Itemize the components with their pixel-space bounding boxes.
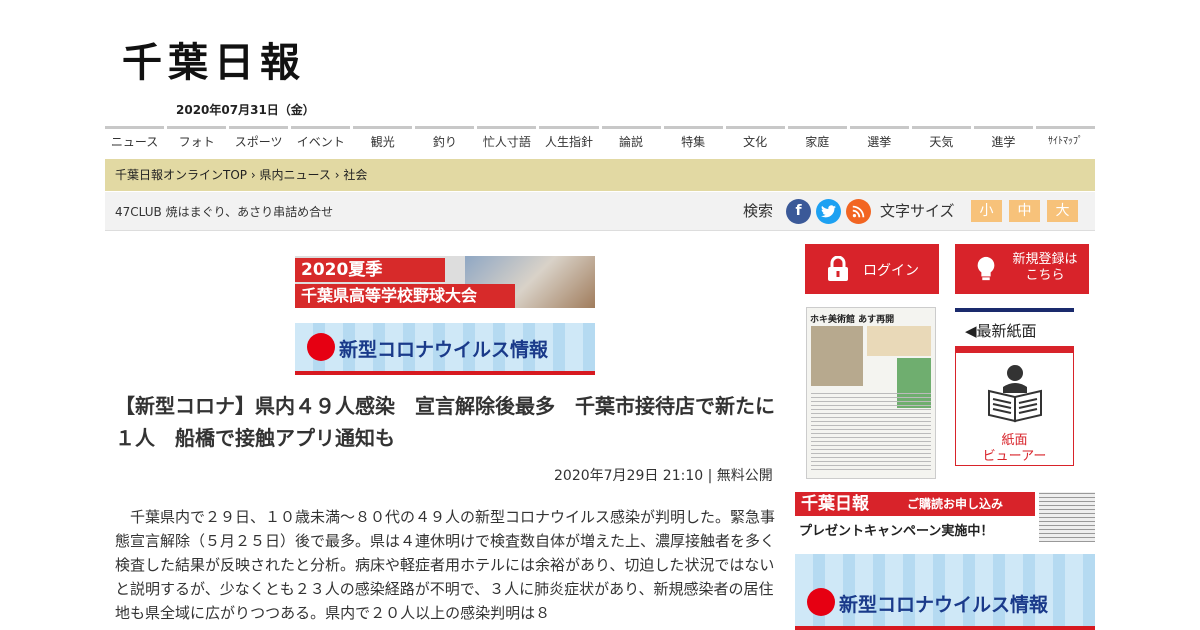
lightbulb-icon <box>977 256 995 281</box>
nav-item-election[interactable]: 選挙 <box>849 126 909 156</box>
nav-item-culture[interactable]: 文化 <box>725 126 785 156</box>
main-nav: ニュース フォト スポーツ イベント 観光 釣り 忙人寸語 人生指針 論説 特集… <box>105 126 1095 156</box>
nav-item-tourism[interactable]: 観光 <box>353 126 413 156</box>
register-label: 新規登録は こちら <box>1012 252 1078 283</box>
paper-text-lines <box>811 390 931 470</box>
font-size-small-button[interactable]: 小 <box>971 200 1002 222</box>
nav-item-fishing[interactable]: 釣り <box>415 126 475 156</box>
latest-edition-title[interactable]: ◀最新紙面 <box>955 312 1074 346</box>
newspaper-image <box>1039 492 1095 542</box>
campaign-label: プレゼントキャンペーン実施中！ <box>799 524 994 539</box>
nav-item-photo[interactable]: フォト <box>167 126 227 156</box>
viewer-label: 紙面 ビューアー <box>982 433 1047 464</box>
search-button[interactable]: 検索 <box>743 200 773 221</box>
banner-tournament-label: 千葉県高等学校野球大会 <box>295 284 515 308</box>
paper-headline: ホキ美術館 あす再開 <box>810 315 895 325</box>
nav-item-sitemap[interactable]: ｻｲﾄﾏｯﾌﾟ <box>1035 126 1095 156</box>
rss-icon[interactable] <box>846 199 871 224</box>
login-button[interactable]: ログイン <box>805 244 939 294</box>
newspaper-reader-icon <box>988 365 1042 423</box>
breadcrumb-separator: › <box>250 168 256 182</box>
red-dot-icon <box>807 588 835 616</box>
breadcrumb: 千葉日報オンラインTOP › 県内ニュース › 社会 <box>105 159 1095 191</box>
red-dot-icon <box>307 333 335 361</box>
lock-icon <box>828 256 848 281</box>
nav-item-weather[interactable]: 天気 <box>911 126 971 156</box>
newspaper-front-page-thumbnail[interactable]: ホキ美術館 あす再開 <box>806 307 936 479</box>
facebook-icon[interactable]: f <box>786 199 811 224</box>
twitter-icon[interactable] <box>816 199 841 224</box>
nav-item-home[interactable]: 家庭 <box>787 126 847 156</box>
nav-item-education[interactable]: 進学 <box>973 126 1033 156</box>
toolbar: 47CLUB 焼はまぐり、あさり串詰め合せ 検索 f 文字サイズ 小 中 大 <box>105 192 1095 231</box>
subscription-logo: 千葉日報 <box>801 494 869 514</box>
paper-photo-secondary <box>867 326 931 356</box>
breadcrumb-society[interactable]: 社会 <box>343 168 367 182</box>
site-logo[interactable]: 千葉日報 <box>122 30 306 88</box>
nav-item-event[interactable]: イベント <box>291 126 351 156</box>
nav-item-editorial[interactable]: 論説 <box>601 126 661 156</box>
paper-viewer-button[interactable]: 紙面 ビューアー <box>955 346 1074 466</box>
nav-item-column[interactable]: 忙人寸語 <box>477 126 537 156</box>
nav-item-feature[interactable]: 特集 <box>663 126 723 156</box>
article-body: 千葉県内で２９日、１０歳未満～８０代の４９人の新型コロナウイルス感染が判明した。… <box>115 508 776 622</box>
corona-info-banner[interactable]: 新型コロナウイルス情報 <box>295 323 595 375</box>
breadcrumb-separator: › <box>334 168 340 182</box>
article-headline: 【新型コロナ】県内４９人感染 宣言解除後最多 千葉市接待店で新たに１人 船橋で接… <box>115 394 775 450</box>
nav-item-news[interactable]: ニュース <box>105 126 165 156</box>
corona-banner-label: 新型コロナウイルス情報 <box>839 594 1049 616</box>
register-button[interactable]: 新規登録は こちら <box>955 244 1089 294</box>
breadcrumb-local-news[interactable]: 県内ニュース <box>259 168 330 182</box>
subscription-label: ご購読お申し込み <box>907 497 1004 511</box>
login-label: ログイン <box>863 263 919 279</box>
breadcrumb-top[interactable]: 千葉日報オンラインTOP <box>115 168 247 182</box>
nav-item-sports[interactable]: スポーツ <box>229 126 289 156</box>
current-date: 2020年07月31日（金） <box>176 103 315 117</box>
latest-edition-panel: ◀最新紙面 紙面 ビューアー <box>955 308 1074 466</box>
font-size-label: 文字サイズ <box>880 202 955 220</box>
highschool-baseball-banner[interactable]: 2020夏季 千葉県高等学校野球大会 <box>295 256 595 308</box>
font-size-large-button[interactable]: 大 <box>1047 200 1078 222</box>
nav-item-life-guide[interactable]: 人生指針 <box>539 126 599 156</box>
paper-photo <box>811 326 863 386</box>
banner-year-label: 2020夏季 <box>295 258 445 282</box>
subscription-banner[interactable]: 千葉日報 ご購読お申し込み プレゼントキャンペーン実施中！ <box>795 492 1095 542</box>
article-meta: 2020年7月29日 21:10 | 無料公開 <box>554 468 773 484</box>
font-size-medium-button[interactable]: 中 <box>1009 200 1040 222</box>
subscription-banner-header: 千葉日報 ご購読お申し込み <box>795 492 1035 516</box>
ticker-link[interactable]: 47CLUB 焼はまぐり、あさり串詰め合せ <box>115 203 333 220</box>
corona-info-banner-sidebar[interactable]: 新型コロナウイルス情報 <box>795 554 1095 630</box>
corona-banner-label: 新型コロナウイルス情報 <box>339 339 549 361</box>
